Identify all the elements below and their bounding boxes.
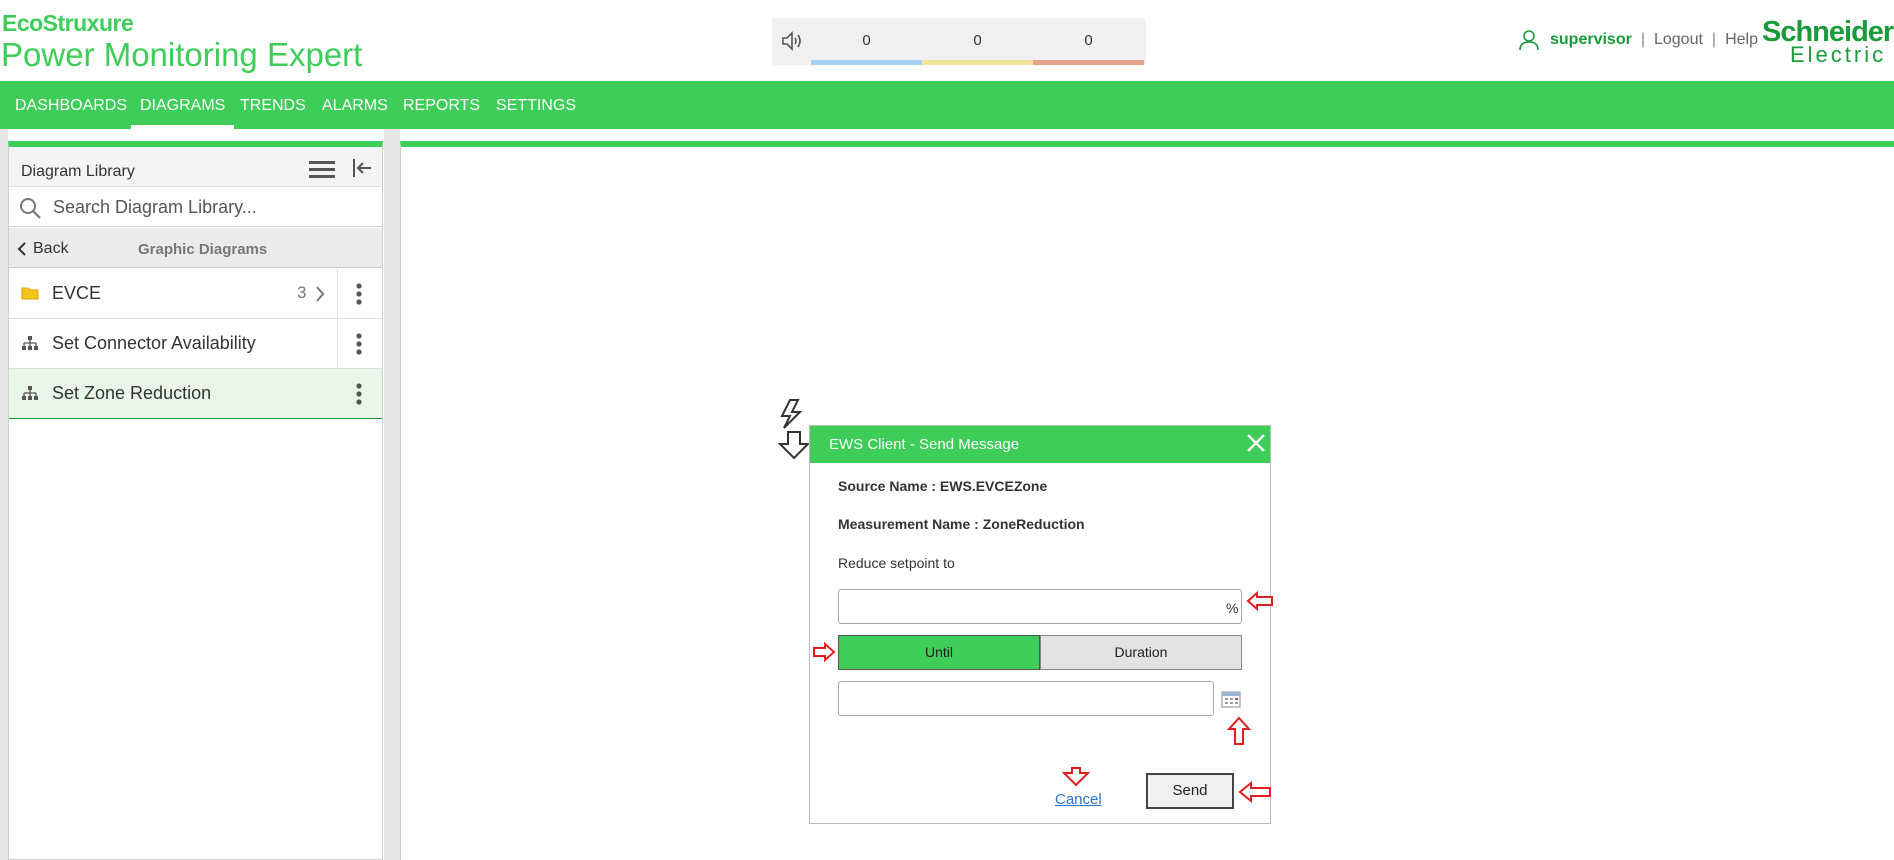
alarm-count-high[interactable]: 0 <box>1033 18 1144 65</box>
tab-dashboards[interactable]: DASHBOARDS <box>6 81 136 129</box>
separator: | <box>1711 31 1717 48</box>
collapse-panel-icon[interactable] <box>351 157 373 179</box>
ecostruxure-logo: EcoStruxure <box>2 10 134 36</box>
app-header: EcoStruxure Power Monitoring Expert 0 0 … <box>0 0 1894 81</box>
percent-unit: % <box>1226 600 1239 616</box>
back-button[interactable]: Back <box>17 240 69 258</box>
user-icon <box>1519 30 1539 51</box>
left-gutter <box>0 129 8 860</box>
list-item-set-connector-availability[interactable]: Set Connector Availability <box>9 319 382 369</box>
setpoint-percent-field[interactable]: % <box>838 589 1242 624</box>
username[interactable]: supervisor <box>1550 31 1632 49</box>
chevron-left-icon <box>17 242 26 256</box>
alarm-count-medium[interactable]: 0 <box>922 18 1033 65</box>
list-item-label: EVCE <box>52 283 102 303</box>
user-menu: supervisor | Logout | Help <box>1518 28 1758 52</box>
panel-splitter[interactable] <box>384 129 400 860</box>
annotation-arrow-left-icon <box>1238 781 1271 803</box>
search-icon <box>20 198 41 219</box>
separator: | <box>1640 31 1645 48</box>
alarm-count-high-value: 0 <box>1084 32 1093 49</box>
alarm-count-medium-value: 0 <box>973 32 982 49</box>
annotation-arrow-down-icon <box>1062 767 1090 787</box>
chevron-right-icon[interactable] <box>315 286 325 302</box>
tab-trends[interactable]: TRENDS <box>231 81 315 129</box>
list-item-set-zone-reduction[interactable]: Set Zone Reduction <box>9 369 382 419</box>
measurement-name-label: Measurement Name : ZoneReduction <box>838 516 1085 532</box>
close-icon[interactable] <box>1246 433 1266 453</box>
library-breadcrumb: Back Graphic Diagrams <box>9 228 382 268</box>
setpoint-prompt: Reduce setpoint to <box>838 555 955 571</box>
help-link[interactable]: Help <box>1725 31 1758 49</box>
speaker-icon[interactable] <box>780 30 804 52</box>
more-options-icon[interactable] <box>356 283 362 305</box>
tab-settings[interactable]: SETTINGS <box>487 81 585 129</box>
tab-reports[interactable]: REPORTS <box>394 81 489 129</box>
alarm-bar-high <box>1033 60 1144 65</box>
cancel-link[interactable]: Cancel <box>1055 791 1102 808</box>
alarm-count-low[interactable]: 0 <box>811 18 922 65</box>
logout-link[interactable]: Logout <box>1654 31 1703 49</box>
item-count: 3 <box>297 283 307 302</box>
tab-alarms[interactable]: ALARMS <box>313 81 397 129</box>
main-nav: DASHBOARDS DIAGRAMS TRENDS ALARMS REPORT… <box>0 81 1894 129</box>
schneider-logo-subtitle: Electric <box>1790 42 1887 67</box>
list-item-evce[interactable]: EVCE 3 <box>9 269 382 319</box>
list-item-label: Set Zone Reduction <box>52 383 212 403</box>
send-button[interactable]: Send <box>1146 773 1234 809</box>
folder-icon <box>21 287 39 300</box>
folder-title: Graphic Diagrams <box>138 241 268 258</box>
search-input[interactable] <box>53 193 373 221</box>
tab-diagrams[interactable]: DIAGRAMS <box>131 81 235 129</box>
annotation-arrow-left-icon <box>1246 591 1273 611</box>
duration-toggle-button[interactable]: Duration <box>1040 635 1242 670</box>
annotation-arrow-up-icon <box>1226 716 1252 745</box>
library-search <box>9 187 382 227</box>
calendar-icon[interactable] <box>1221 690 1241 708</box>
diagram-icon <box>22 336 38 350</box>
alarm-summary[interactable]: 0 0 0 <box>772 18 1146 65</box>
annotation-arrow-right-icon <box>813 642 836 662</box>
back-label: Back <box>33 240 69 257</box>
hamburger-menu-icon[interactable] <box>309 159 335 179</box>
source-name-label: Source Name : EWS.EVCEZone <box>838 478 1048 494</box>
until-toggle-button[interactable]: Until <box>838 635 1040 670</box>
alarm-count-low-value: 0 <box>862 32 871 49</box>
divider <box>337 269 338 318</box>
alarm-bar-low <box>811 60 922 65</box>
product-title: Power Monitoring Expert <box>1 36 363 73</box>
lightning-download-icon[interactable] <box>776 398 812 460</box>
library-title: Diagram Library <box>21 163 135 180</box>
more-options-icon[interactable] <box>356 333 362 355</box>
more-options-icon[interactable] <box>356 383 362 405</box>
divider <box>337 319 338 368</box>
until-date-field[interactable] <box>838 681 1214 716</box>
diagram-icon <box>22 386 38 400</box>
dialog-title: EWS Client - Send Message <box>829 436 1020 453</box>
list-item-label: Set Connector Availability <box>52 333 256 353</box>
dialog-header: EWS Client - Send Message <box>810 426 1270 463</box>
send-message-dialog: EWS Client - Send Message Source Name : … <box>809 425 1271 824</box>
library-header: Diagram Library <box>9 147 382 187</box>
diagram-library-panel: Diagram Library Back Graphic Diagrams <box>8 141 383 860</box>
alarm-bar-medium <box>922 60 1033 65</box>
